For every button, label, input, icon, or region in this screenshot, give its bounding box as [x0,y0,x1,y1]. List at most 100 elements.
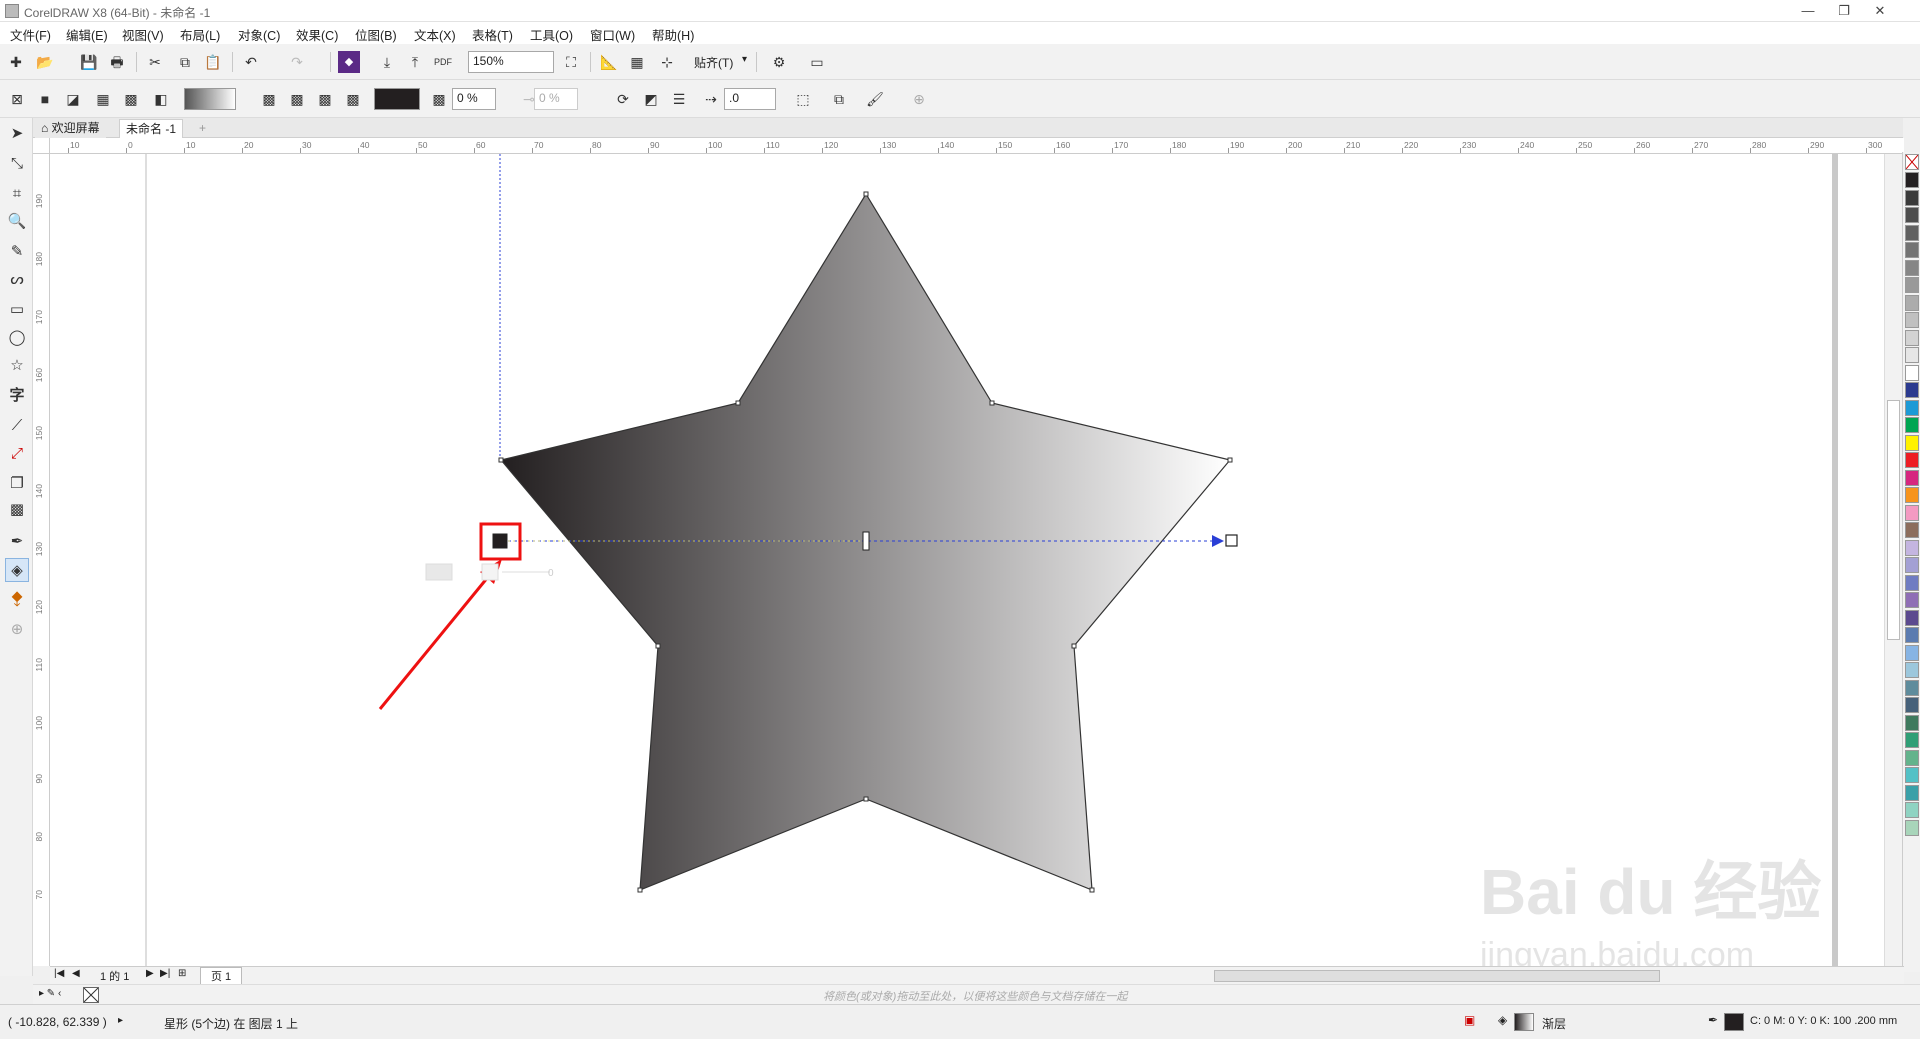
color-swatch[interactable] [1905,522,1919,538]
color-swatch[interactable] [1905,312,1919,328]
color-swatch[interactable] [1905,644,1919,661]
color-swatch[interactable] [1905,347,1919,363]
ellipse-tool-icon[interactable]: ◯ [5,326,29,350]
add-icon[interactable]: ⊕ [908,88,930,110]
artistic-media-icon[interactable]: ᔕ [5,268,29,292]
open-icon[interactable]: 📂 [34,51,56,73]
application-launcher-icon[interactable]: ▭ [806,51,828,73]
elliptical-gradient-icon[interactable]: ▩ [286,88,308,110]
no-color-document-swatch[interactable] [83,987,99,1003]
crop-tool-icon[interactable]: ⌗ [5,182,29,206]
zoom-tool-icon[interactable]: 🔍 [5,210,29,234]
shape-tool-icon[interactable]: ⤡ [5,152,29,176]
pick-tool-icon[interactable]: ➤ [5,122,29,146]
export-icon[interactable]: ⤒ [404,51,426,73]
document-palette-bar[interactable]: ▸ ✎ ‹ 将颜色(或对象)拖动至此处，以便将这些颜色与文档存储在一起 [33,984,1920,1004]
color-swatch[interactable] [1905,714,1919,731]
free-scale-icon[interactable]: ⬚ [792,88,814,110]
bitmap-pattern-fill-icon[interactable]: ▩ [120,88,142,110]
full-screen-icon[interactable]: ⛶ [560,51,582,73]
menu-view[interactable]: 视图(V) [122,25,164,44]
node-color-mini-picker[interactable] [425,563,453,581]
node-opacity-input[interactable]: 0 % [452,88,496,110]
add-page-icon[interactable]: ⊞ [178,968,186,979]
status-expand-icon[interactable]: ▸ [118,1015,123,1026]
color-swatch[interactable] [1905,189,1919,206]
outline-swatch[interactable] [1724,1013,1744,1031]
eyedropper-icon[interactable]: ✒ [5,530,29,554]
chevron-down-icon[interactable]: ▾ [742,54,747,65]
color-swatch[interactable] [1905,277,1919,293]
color-swatch[interactable] [1905,242,1919,258]
horizontal-ruler[interactable]: 10 0 10 20 30 40 50 60 70 80 90 100 110 120 130 140 150 1… [50,138,1904,154]
gradient-start-node[interactable] [492,533,508,549]
color-swatch[interactable] [1905,399,1919,416]
gradient-end-node[interactable] [1225,534,1238,547]
freehand-tool-icon[interactable]: ✎ [5,240,29,264]
fill-swatch[interactable] [1514,1013,1534,1031]
color-swatch[interactable] [1905,697,1919,713]
color-swatch[interactable] [1905,294,1919,311]
transparency-tool-icon[interactable]: ▩ [5,498,29,522]
acceleration-icon[interactable]: ⇢ [700,88,722,110]
color-swatch[interactable] [1905,609,1919,626]
color-swatch[interactable] [1905,259,1919,276]
menu-file[interactable]: 文件(F) [10,25,51,44]
reverse-fill-icon[interactable]: ⟳ [612,88,634,110]
gradient-preview-picker[interactable] [184,88,236,110]
menu-window[interactable]: 窗口(W) [590,25,635,44]
conical-gradient-icon[interactable]: ▩ [314,88,336,110]
transparency-icon[interactable]: ▩ [428,88,450,110]
page-tab[interactable]: 页 1 [200,967,243,985]
rectangular-gradient-icon[interactable]: ▩ [342,88,364,110]
vertical-scroll-thumb[interactable] [1887,400,1900,640]
drawing-canvas[interactable]: 0 Bai du 经验 jingyan.baidu.com [50,154,1904,966]
grid-icon[interactable]: ▦ [626,51,648,73]
node-transparency-mini-icon[interactable] [481,563,499,581]
rulers-icon[interactable]: 📐 [598,51,620,73]
parallel-dimension-icon[interactable]: ⟋ [5,414,29,438]
connector-tool-icon[interactable]: ⤢ [5,442,29,466]
color-swatch[interactable] [1905,819,1919,836]
cut-icon[interactable]: ✂ [144,51,166,73]
color-swatch[interactable] [1905,487,1919,503]
publish-pdf-icon[interactable]: PDF [432,51,454,73]
menu-table[interactable]: 表格(T) [472,25,513,44]
minimize-button[interactable]: — [1788,1,1828,21]
linear-gradient-icon[interactable]: ▩ [258,88,280,110]
horizontal-scroll-thumb[interactable] [1214,970,1660,982]
menu-effects[interactable]: 效果(C) [296,25,338,44]
prev-page-icon[interactable]: ◀ [72,968,80,979]
uniform-fill-icon[interactable]: ■ [34,88,56,110]
menu-tools[interactable]: 工具(O) [530,25,573,44]
tab-document[interactable]: 未命名 -1 [119,119,184,138]
color-swatch[interactable] [1905,627,1919,643]
color-swatch[interactable] [1905,732,1919,748]
color-swatch[interactable] [1905,679,1919,696]
text-tool-icon[interactable]: 字 [5,384,29,408]
import-icon[interactable]: ⤓ [376,51,398,73]
options-gear-icon[interactable]: ⚙ [768,51,790,73]
color-swatch[interactable] [1905,329,1919,346]
smart-fill-icon[interactable]: ⧪ [5,586,29,610]
palette-menu-icon[interactable]: ▸ ✎ ‹ [39,988,61,999]
polygon-tool-icon[interactable]: ☆ [5,354,29,378]
two-color-fill-icon[interactable]: ◧ [150,88,172,110]
color-swatch[interactable] [1905,434,1919,451]
color-swatch[interactable] [1905,592,1919,608]
search-content-icon[interactable]: ◆ [338,51,360,73]
menu-edit[interactable]: 编辑(E) [66,25,108,44]
color-swatch[interactable] [1905,574,1919,591]
vertical-scrollbar[interactable] [1884,154,1902,966]
color-swatch[interactable] [1905,207,1919,223]
vector-pattern-fill-icon[interactable]: ▦ [92,88,114,110]
no-fill-icon[interactable]: ⊠ [6,88,28,110]
gradient-midpoint-handle[interactable] [862,531,870,551]
color-proofing-icon[interactable]: ▣ [1464,1013,1475,1027]
color-swatch[interactable] [1905,557,1919,573]
snap-to-dropdown[interactable]: 贴齐(T) [694,54,733,71]
color-swatch[interactable] [1905,504,1919,521]
vertical-ruler[interactable]: 190 180 170 160 150 140 130 120 110 100 90 80 70 [33,154,50,966]
new-document-icon[interactable]: ✚ [5,51,27,73]
color-swatch[interactable] [1905,784,1919,801]
